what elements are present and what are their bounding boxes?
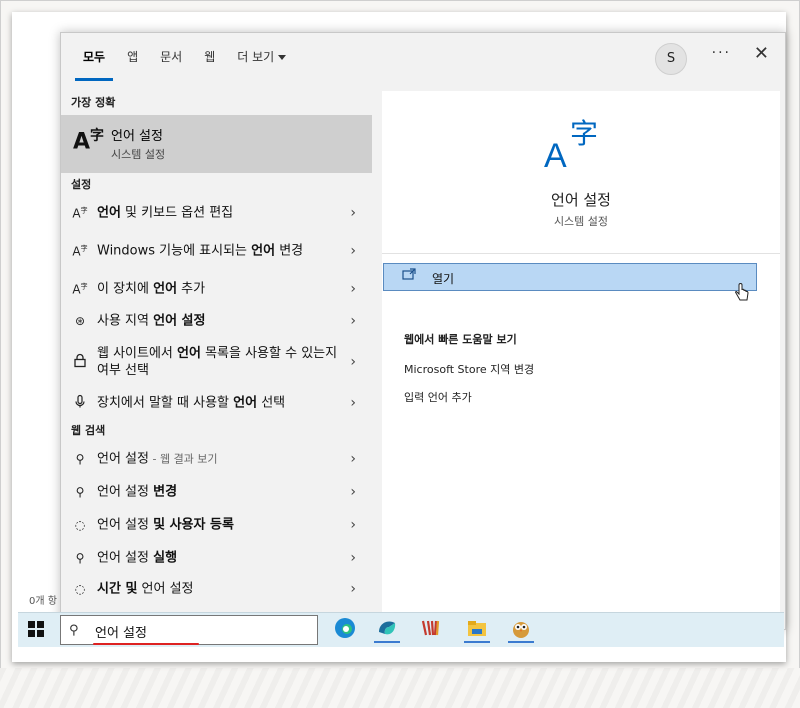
search-icon: ⚲ — [75, 550, 85, 565]
section-best-match: 가장 정확 — [71, 96, 116, 109]
photo-frame: 0개 항 모두 앱 문서 웹 더 보기 S ··· ✕ 가장 정확 A字 언어 … — [0, 0, 800, 708]
desktop: 0개 항 모두 앱 문서 웹 더 보기 S ··· ✕ 가장 정확 A字 언어 … — [18, 18, 786, 658]
help-link[interactable]: Microsoft Store 지역 변경 — [404, 361, 534, 377]
active-app-indicator — [374, 641, 400, 643]
open-label: 열기 — [432, 272, 455, 286]
web-item[interactable]: ◌ 시간 및 언어 설정 › — [61, 574, 372, 604]
close-icon[interactable]: ✕ — [754, 43, 769, 64]
active-app-indicator — [464, 641, 490, 643]
chevron-right-icon: › — [350, 581, 356, 597]
language-icon: A 字 — [544, 117, 598, 171]
chevron-right-icon: › — [350, 243, 356, 259]
web-item[interactable]: ⚲ 언어 설정 - 웹 결과 보기 › — [61, 443, 372, 475]
settings-item[interactable]: 웹 사이트에서 언어 목록을 사용할 수 있는지 여부 선택 › — [61, 337, 372, 387]
active-app-indicator — [508, 641, 534, 643]
help-title: 웹에서 빠른 도움말 보기 — [404, 333, 517, 346]
red-underline-annotation — [93, 643, 199, 645]
language-icon: A字 — [73, 128, 105, 155]
settings-item[interactable]: ⊛ 사용 지역 언어 설정 › — [61, 305, 372, 337]
more-options-icon[interactable]: ··· — [712, 45, 731, 61]
chart-icon[interactable] — [418, 617, 444, 643]
language-icon: A字 — [72, 282, 88, 297]
detail-pane: A 字 언어 설정 시스템 설정 열기 웹에서 빠른 도움말 보기 Micros… — [382, 91, 780, 627]
detail-subtitle: 시스템 설정 — [553, 215, 609, 228]
item-label: Windows 기능에 표시되는 언어 변경 — [97, 243, 304, 259]
item-label: 장치에서 말할 때 사용할 언어 선택 — [97, 395, 286, 411]
item-label: 언어 및 키보드 옵션 편집 — [97, 205, 234, 221]
frame-decoration — [0, 668, 800, 708]
settings-item[interactable]: A字 Windows 기능에 표시되는 언어 변경 › — [61, 229, 372, 273]
chevron-right-icon: › — [350, 549, 356, 566]
detail-title: 언어 설정 — [551, 191, 611, 209]
chevron-down-icon — [278, 55, 287, 60]
svg-text:字: 字 — [570, 117, 598, 150]
open-icon — [402, 268, 416, 283]
chat-icon: ◌ — [74, 582, 86, 596]
search-input[interactable]: 언어 설정 — [95, 622, 147, 641]
language-icon: A字 — [72, 244, 88, 259]
item-label: 언어 설정 변경 — [97, 484, 178, 499]
tab-web[interactable]: 웹 — [204, 33, 215, 91]
lock-icon — [72, 353, 88, 371]
windows-start-icon[interactable] — [28, 621, 44, 641]
avatar[interactable]: S — [655, 43, 687, 75]
section-web-search: 웹 검색 — [71, 424, 106, 437]
help-link[interactable]: 입력 언어 추가 — [404, 389, 472, 405]
best-match-item[interactable]: A字 언어 설정 시스템 설정 — [61, 115, 372, 173]
web-item[interactable]: ⚲ 언어 설정 실행 › — [61, 541, 372, 574]
item-label: 언어 설정 - 웹 결과 보기 — [97, 451, 218, 467]
chevron-right-icon: › — [350, 395, 356, 411]
results-list: 가장 정확 A字 언어 설정 시스템 설정 설정 A字 언어 및 키보드 옵션 … — [61, 91, 372, 629]
settings-item[interactable]: 장치에서 말할 때 사용할 언어 선택 › — [61, 387, 372, 419]
web-item[interactable]: ◌ 언어 설정 및 사용자 등록 › — [61, 508, 372, 541]
search-icon: ⚲ — [75, 452, 85, 466]
chevron-right-icon: › — [350, 281, 356, 297]
globe-icon: ⊛ — [74, 314, 86, 328]
svg-text:A: A — [544, 137, 567, 171]
open-button[interactable]: 열기 — [383, 263, 757, 291]
taskbar-search-box[interactable]: ⚲ 언어 설정 — [60, 615, 318, 645]
item-label: 웹 사이트에서 언어 목록을 사용할 수 있는지 여부 선택 — [97, 346, 338, 378]
language-icon: A字 — [72, 206, 88, 221]
chat-icon: ◌ — [74, 517, 86, 532]
search-icon: ⚲ — [69, 623, 79, 638]
edge-icon[interactable] — [332, 617, 358, 643]
best-match-subtitle: 시스템 설정 — [111, 148, 166, 161]
start-search-panel: 모두 앱 문서 웹 더 보기 S ··· ✕ 가장 정확 A字 언어 설정 시스… — [60, 32, 786, 630]
item-label: 이 장치에 언어 추가 — [97, 281, 206, 297]
tab-all[interactable]: 모두 — [74, 33, 114, 91]
divider — [382, 253, 780, 254]
chevron-right-icon: › — [350, 451, 356, 467]
tab-apps[interactable]: 앱 — [127, 33, 138, 91]
chevron-right-icon: › — [350, 205, 356, 221]
settings-item[interactable]: A字 언어 및 키보드 옵션 편집 › — [61, 197, 372, 229]
tab-more-label: 더 보기 — [237, 50, 275, 64]
item-label: 시간 및 언어 설정 — [97, 581, 194, 597]
search-icon: ⚲ — [75, 484, 85, 499]
section-settings: 설정 — [71, 178, 92, 191]
hand-cursor-icon — [734, 283, 750, 308]
background-text: 0개 항 — [29, 596, 57, 607]
app-icon[interactable] — [374, 617, 400, 643]
chevron-right-icon: › — [350, 483, 356, 500]
best-match-title: 언어 설정 — [111, 129, 163, 144]
chevron-right-icon: › — [350, 516, 356, 533]
item-label: 사용 지역 언어 설정 — [97, 313, 206, 329]
settings-item[interactable]: A字 이 장치에 언어 추가 › — [61, 273, 372, 305]
tab-documents[interactable]: 문서 — [160, 33, 182, 91]
item-label: 언어 설정 실행 — [97, 550, 178, 565]
web-item[interactable]: ⚲ 언어 설정 변경 › — [61, 475, 372, 508]
microphone-icon — [72, 394, 88, 412]
chevron-right-icon: › — [350, 313, 356, 329]
taskbar: ⚲ 언어 설정 — [18, 612, 784, 647]
item-label: 언어 설정 및 사용자 등록 — [97, 517, 234, 532]
tab-more[interactable]: 더 보기 — [237, 33, 287, 91]
owl-app-icon[interactable] — [508, 617, 534, 643]
file-explorer-icon[interactable] — [464, 617, 490, 643]
chevron-right-icon: › — [350, 354, 356, 370]
